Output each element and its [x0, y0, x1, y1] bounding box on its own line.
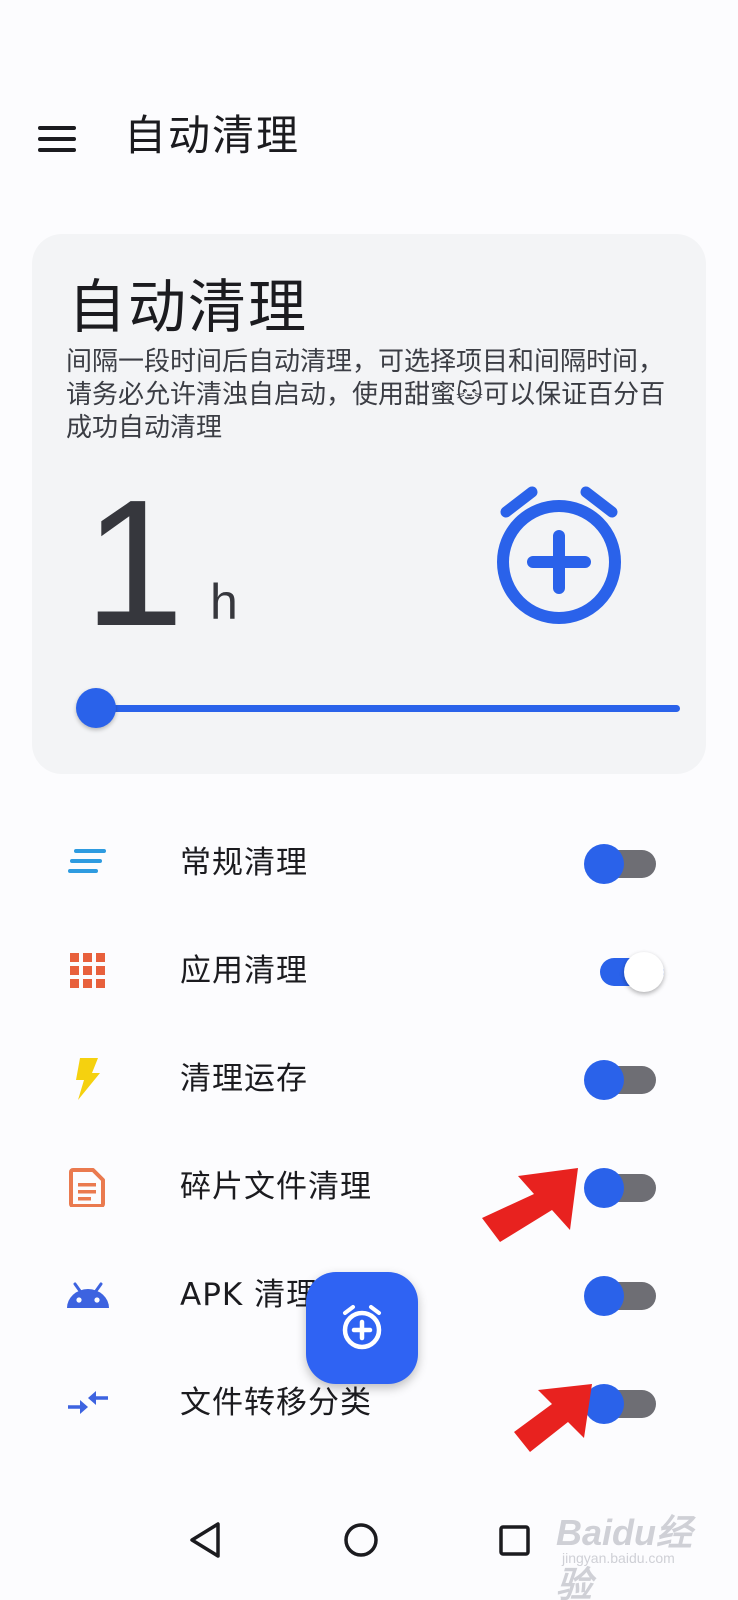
option-toggle[interactable]	[584, 1166, 664, 1210]
recents-icon[interactable]	[484, 1510, 544, 1570]
option-label: 文件转移分类	[180, 1385, 372, 1421]
lightning-icon	[64, 1057, 112, 1101]
watermark-site: jingyan.baidu.com	[562, 1550, 675, 1566]
android-icon	[64, 1273, 112, 1317]
option-label: APK 清理	[180, 1277, 319, 1313]
add-alarm-fab[interactable]	[306, 1272, 418, 1384]
card-description: 间隔一段时间后自动清理，可选择项目和间隔时间，请务必允许清浊自启动，使用甜蜜🐱可…	[66, 347, 666, 443]
grid-icon	[64, 949, 112, 993]
transfer-arrows-icon	[64, 1381, 112, 1425]
alarm-add-icon	[342, 1305, 382, 1350]
menu-icon[interactable]	[28, 110, 84, 166]
slider-thumb[interactable]	[76, 688, 116, 728]
option-label: 常规清理	[180, 845, 308, 881]
interval-card: 自动清理 间隔一段时间后自动清理，可选择项目和间隔时间，请务必允许清浊自启动，使…	[32, 234, 706, 774]
lines-icon	[64, 841, 112, 885]
option-label: 应用清理	[180, 953, 308, 989]
top-app-bar: 自动清理	[0, 92, 738, 182]
annotation-arrow	[514, 1384, 592, 1452]
home-icon[interactable]	[331, 1510, 391, 1570]
card-title: 自动清理	[68, 273, 309, 341]
option-label: 碎片文件清理	[180, 1169, 372, 1205]
interval-unit: h	[210, 574, 238, 630]
watermark: Baidu经验 jingyan.baidu.com	[556, 1498, 726, 1600]
interval-value: 1	[84, 463, 185, 664]
option-toggle[interactable]	[584, 842, 664, 886]
interval-slider[interactable]	[76, 686, 680, 730]
page-title: 自动清理	[124, 111, 301, 160]
option-row-app-clean[interactable]: 应用清理	[0, 916, 738, 1026]
annotation-arrow	[482, 1168, 578, 1242]
document-icon	[64, 1165, 112, 1209]
option-label: 清理运存	[180, 1061, 308, 1097]
slider-track	[96, 705, 680, 712]
auto-clean-screen: 自动清理 自动清理 间隔一段时间后自动清理，可选择项目和间隔时间，请务必允许清浊…	[0, 0, 738, 1600]
alarm-add-icon[interactable]	[484, 484, 634, 634]
option-row-memory-clean[interactable]: 清理运存	[0, 1024, 738, 1134]
option-toggle[interactable]	[584, 1058, 664, 1102]
back-icon[interactable]	[176, 1510, 236, 1570]
option-toggle[interactable]	[584, 950, 664, 994]
option-row-general-clean[interactable]: 常规清理	[0, 808, 738, 918]
option-toggle[interactable]	[584, 1274, 664, 1318]
option-row-fragment-clean[interactable]: 碎片文件清理	[0, 1132, 738, 1242]
